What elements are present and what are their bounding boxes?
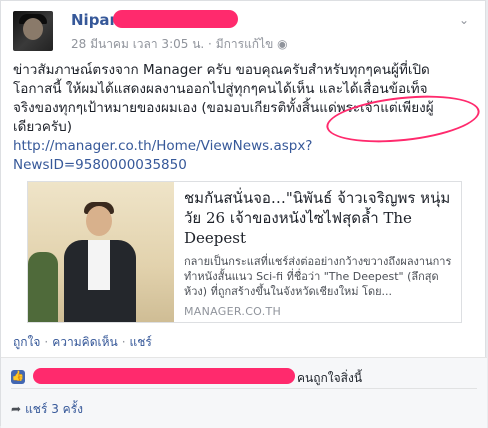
reactions-bar: 👍 คนถูกใจสิ่งนี้ ➦ แชร์ 3 ครั้ง <box>1 357 487 428</box>
preview-thumbnail[interactable] <box>28 182 174 322</box>
action-separator: · <box>44 335 49 349</box>
preview-description: กลายเป็นกระแสที่แชร์ส่งต่ออย่างกว้างขวาง… <box>184 255 452 298</box>
share-action[interactable]: แชร์ <box>130 335 152 349</box>
share-arrow-icon: ➦ <box>11 402 22 416</box>
preview-text: ชมกันสนั่นจอ…"นิพันธ์ จ้าวเจริญพร หนุ่มว… <box>184 188 456 318</box>
likes-count-text[interactable]: คนถูกใจสิ่งนี้ <box>297 369 362 388</box>
link-preview[interactable]: ชมกันสนั่นจอ…"นิพันธ์ จ้าวเจริญพร หนุ่มว… <box>27 181 462 323</box>
thumbnail-person-shirt <box>88 240 110 290</box>
post-text-line: ข่าวสัมภาษณ์ตรงจาก Manager ครับ ขอบคุณคร… <box>13 62 430 78</box>
footer-divider <box>11 388 477 389</box>
like-action[interactable]: ถูกใจ <box>13 335 40 349</box>
avatar-face-shape <box>23 18 43 40</box>
thumbnail-plant-shape <box>28 252 58 322</box>
post-meta: 28 มีนาคม เวลา 3:05 น. · มีการแก้ไข ◉ <box>71 35 288 54</box>
action-separator: · <box>121 335 126 349</box>
redaction-mark <box>33 368 295 384</box>
chevron-down-icon[interactable]: ⌄ <box>459 13 469 27</box>
post-link-line[interactable]: NewsID=9580000035850 <box>13 156 473 175</box>
preview-domain: MANAGER.CO.TH <box>184 305 282 318</box>
edited-label[interactable]: มีการแก้ไข <box>216 37 274 51</box>
thumbnail-person-head <box>86 206 112 236</box>
post-card: Nipan 28 มีนาคม เวลา 3:05 น. · มีการแก้ไ… <box>0 0 487 428</box>
thumbs-up-icon: 👍 <box>11 370 25 384</box>
author-avatar[interactable] <box>13 11 53 51</box>
shares-count[interactable]: ➦ แชร์ 3 ครั้ง <box>11 400 83 419</box>
globe-icon[interactable]: ◉ <box>277 37 287 51</box>
redaction-mark <box>113 10 238 28</box>
preview-title[interactable]: ชมกันสนั่นจอ…"นิพันธ์ จ้าวเจริญพร หนุ่มว… <box>184 188 456 248</box>
shares-text: แชร์ 3 ครั้ง <box>25 402 83 416</box>
post-actions: ถูกใจ · ความคิดเห็น · แชร์ <box>13 333 152 352</box>
meta-separator: · <box>208 37 212 51</box>
comment-action[interactable]: ความคิดเห็น <box>52 335 117 349</box>
post-timestamp[interactable]: 28 มีนาคม เวลา 3:05 น. <box>71 37 204 51</box>
